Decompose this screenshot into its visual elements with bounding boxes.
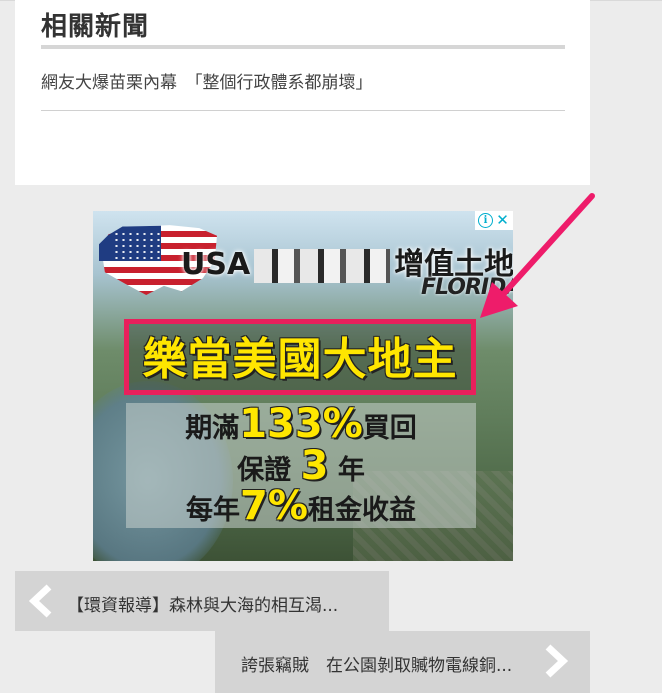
ad-line3-post: 租金收益 — [307, 495, 416, 526]
related-news-card: 相關新聞 網友大爆苗栗內幕 「整個行政體系都崩壞」 — [15, 0, 590, 185]
ad-line3-big: 7% — [240, 483, 308, 529]
ad-headline: 樂當美國大地主 — [142, 334, 458, 385]
ad-header-prefix: USA — [181, 247, 251, 282]
ad-line1-post: 買回 — [362, 413, 417, 444]
title-underline — [41, 45, 565, 49]
chevron-right-icon — [545, 644, 569, 678]
flag-stars — [113, 231, 161, 259]
ad-line1-pre: 期滿 — [185, 413, 240, 444]
related-news-title: 相關新聞 — [41, 12, 150, 42]
ad-line1-big: 133% — [239, 401, 363, 447]
previous-post-button[interactable]: 【環資報導】森林與大海的相互渴... — [15, 571, 389, 631]
ad-line2-post: 年 — [328, 455, 365, 486]
divider — [41, 110, 565, 111]
ad-line-buyback: 期滿133%買回 — [126, 401, 476, 447]
ad-line-rent: 每年7%租金收益 — [126, 483, 476, 529]
ad-line2-pre: 保證 — [237, 455, 301, 486]
blurred-text — [254, 248, 391, 283]
ad-line3-pre: 每年 — [186, 495, 241, 526]
advertisement-banner[interactable]: USA 增值土地 FLORIDA i ✕ 樂當美國大地主 期滿133%買回 保證 … — [93, 211, 513, 561]
next-post-label: 誇張竊賊 在公園剝取贓物電線銅... — [241, 656, 513, 676]
chevron-left-icon — [28, 584, 52, 618]
annotation-arrow-icon — [480, 193, 595, 318]
related-news-link[interactable]: 網友大爆苗栗內幕 「整個行政體系都崩壞」 — [41, 68, 373, 93]
previous-post-label: 【環資報導】森林與大海的相互渴... — [67, 596, 339, 616]
next-post-button[interactable]: 誇張竊賊 在公園剝取贓物電線銅... — [215, 631, 590, 693]
